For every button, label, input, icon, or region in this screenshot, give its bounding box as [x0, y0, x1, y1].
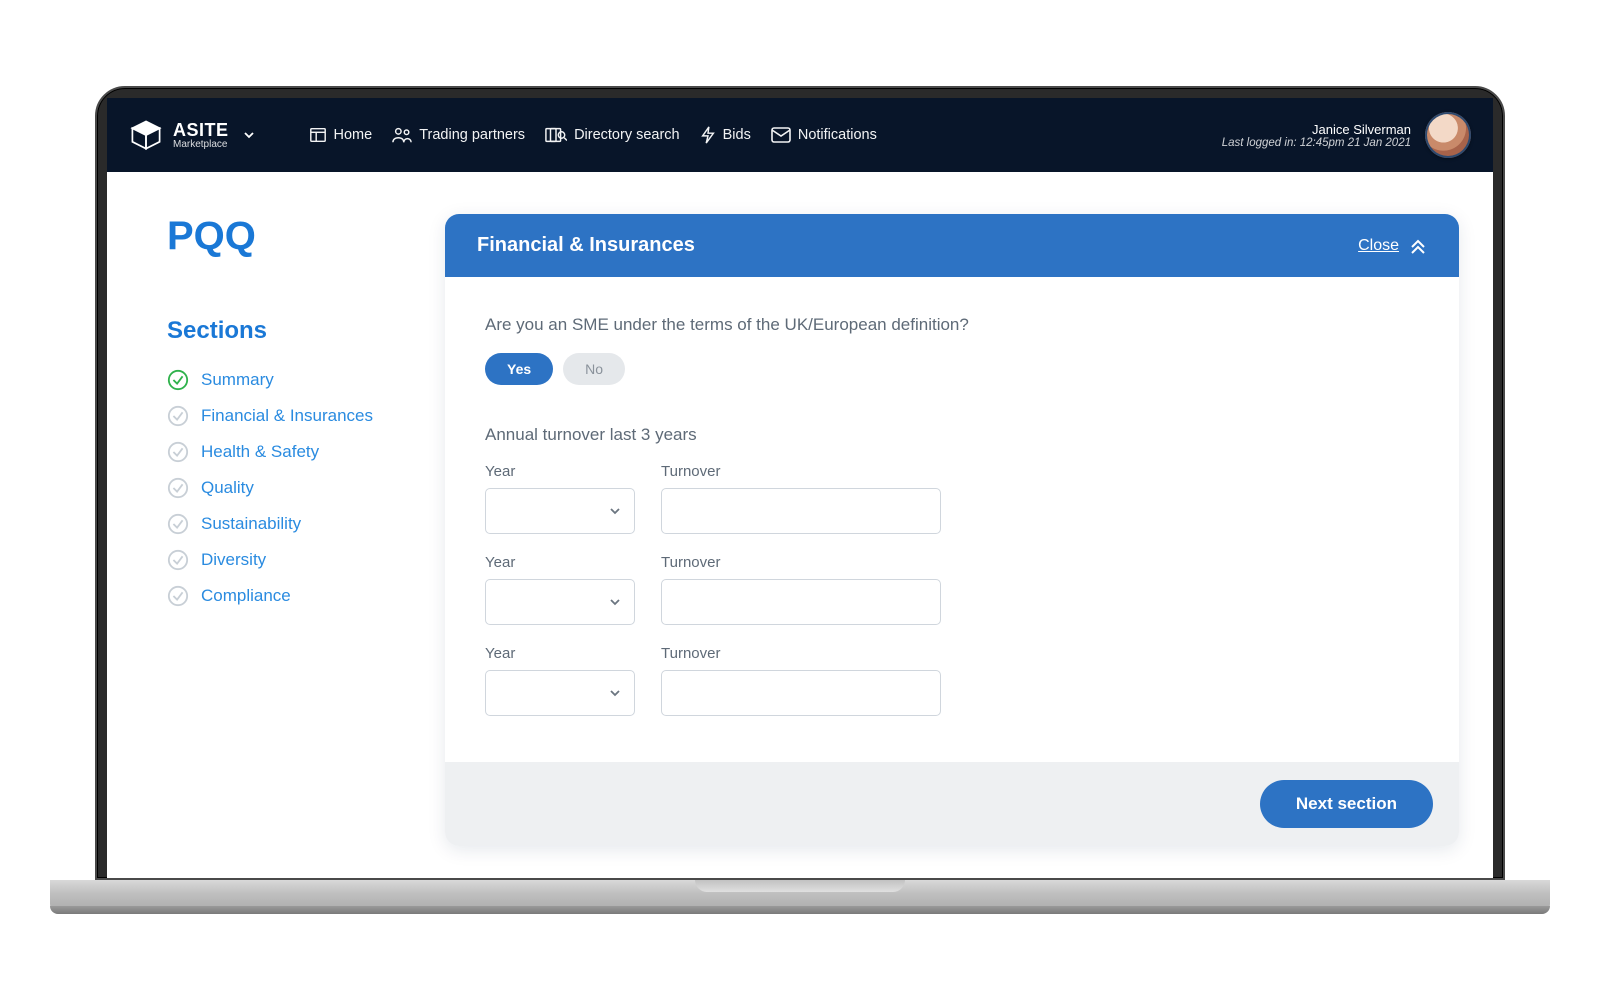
- chevron-double-up-icon: [1409, 237, 1427, 255]
- yes-no-group: Yes No: [485, 353, 1419, 385]
- home-icon: [309, 126, 327, 144]
- brand[interactable]: ASITE Marketplace: [129, 118, 255, 152]
- brand-logo-icon: [129, 118, 163, 152]
- check-circle-icon: [167, 585, 189, 607]
- yes-button[interactable]: Yes: [485, 353, 553, 385]
- next-section-button[interactable]: Next section: [1260, 780, 1433, 828]
- nav-notifications-label: Notifications: [798, 127, 877, 143]
- form-panel: Financial & Insurances Close Are you an …: [445, 214, 1459, 846]
- chevron-down-icon: [243, 129, 255, 141]
- sidebar-item-label: Financial & Insurances: [201, 406, 373, 426]
- sections-heading: Sections: [167, 317, 417, 345]
- turnover-input-3[interactable]: [661, 670, 941, 716]
- year-select-2[interactable]: [485, 579, 635, 625]
- check-circle-icon: [167, 513, 189, 535]
- panel-title: Financial & Insurances: [477, 234, 695, 257]
- directory-search-icon: [545, 126, 567, 144]
- avatar[interactable]: [1425, 112, 1471, 158]
- year-label: Year: [485, 463, 635, 480]
- sidebar-item-quality[interactable]: Quality: [167, 477, 417, 499]
- nav-home-label: Home: [334, 127, 373, 143]
- sidebar-item-sustainability[interactable]: Sustainability: [167, 513, 417, 535]
- panel-footer: Next section: [445, 762, 1459, 846]
- panel-header: Financial & Insurances Close: [445, 214, 1459, 277]
- sidebar-item-label: Summary: [201, 370, 274, 390]
- sme-question: Are you an SME under the terms of the UK…: [485, 315, 1419, 335]
- sidebar-item-financial[interactable]: Financial & Insurances: [167, 405, 417, 427]
- brand-sub: Marketplace: [173, 139, 229, 150]
- year-select-3[interactable]: [485, 670, 635, 716]
- nav-notifications[interactable]: Notifications: [771, 126, 877, 144]
- panel-close-button[interactable]: Close: [1358, 237, 1427, 255]
- turnover-label: Turnover: [661, 645, 941, 662]
- turnover-row-2: Year Turnover: [485, 554, 1419, 625]
- sidebar-item-label: Diversity: [201, 550, 266, 570]
- people-icon: [392, 126, 412, 144]
- nav-directory-search[interactable]: Directory search: [545, 126, 680, 144]
- chevron-down-icon: [608, 686, 622, 700]
- laptop-base: [50, 880, 1550, 914]
- turnover-input-1[interactable]: [661, 488, 941, 534]
- turnover-row-3: Year Turnover: [485, 645, 1419, 716]
- turnover-row-1: Year Turnover: [485, 463, 1419, 534]
- page-title: PQQ: [167, 214, 417, 259]
- user-name: Janice Silverman: [1222, 122, 1411, 137]
- chevron-down-icon: [608, 595, 622, 609]
- sidebar-item-label: Health & Safety: [201, 442, 319, 462]
- check-circle-icon: [167, 405, 189, 427]
- nav-bids-label: Bids: [723, 127, 751, 143]
- no-button[interactable]: No: [563, 353, 625, 385]
- nav-trading-label: Trading partners: [419, 127, 525, 143]
- sidebar-item-compliance[interactable]: Compliance: [167, 585, 417, 607]
- year-label: Year: [485, 645, 635, 662]
- check-circle-icon: [167, 477, 189, 499]
- app-body: PQQ Sections Summary Financial & Insuran…: [107, 172, 1493, 872]
- chevron-down-icon: [608, 504, 622, 518]
- nav-home[interactable]: Home: [309, 126, 373, 144]
- sidebar-item-summary[interactable]: Summary: [167, 369, 417, 391]
- section-list: Summary Financial & Insurances Health & …: [167, 369, 417, 607]
- sidebar-item-label: Quality: [201, 478, 254, 498]
- sidebar-item-label: Compliance: [201, 586, 291, 606]
- check-circle-icon: [167, 549, 189, 571]
- turnover-input-2[interactable]: [661, 579, 941, 625]
- sidebar: PQQ Sections Summary Financial & Insuran…: [167, 214, 417, 846]
- nav-trading-partners[interactable]: Trading partners: [392, 126, 525, 144]
- laptop-frame: ASITE Marketplace Home Trading partners: [95, 86, 1505, 914]
- sidebar-item-label: Sustainability: [201, 514, 301, 534]
- year-label: Year: [485, 554, 635, 571]
- check-circle-icon: [167, 369, 189, 391]
- bolt-icon: [700, 126, 716, 144]
- sidebar-item-health-safety[interactable]: Health & Safety: [167, 441, 417, 463]
- main-nav: Home Trading partners Directory search B…: [309, 126, 877, 144]
- sidebar-item-diversity[interactable]: Diversity: [167, 549, 417, 571]
- mail-icon: [771, 127, 791, 143]
- user-area: Janice Silverman Last logged in: 12:45pm…: [1222, 112, 1471, 158]
- app-header: ASITE Marketplace Home Trading partners: [107, 98, 1493, 172]
- laptop-screen-frame: ASITE Marketplace Home Trading partners: [95, 86, 1505, 880]
- app-window: ASITE Marketplace Home Trading partners: [107, 98, 1493, 878]
- turnover-label: Turnover: [661, 554, 941, 571]
- year-select-1[interactable]: [485, 488, 635, 534]
- turnover-label: Turnover: [661, 463, 941, 480]
- nav-bids[interactable]: Bids: [700, 126, 751, 144]
- turnover-heading: Annual turnover last 3 years: [485, 425, 1419, 445]
- panel-close-label: Close: [1358, 237, 1399, 255]
- check-circle-icon: [167, 441, 189, 463]
- user-meta: Janice Silverman Last logged in: 12:45pm…: [1222, 122, 1411, 149]
- brand-name: ASITE: [173, 121, 229, 139]
- nav-directory-label: Directory search: [574, 127, 680, 143]
- user-last-login: Last logged in: 12:45pm 21 Jan 2021: [1222, 137, 1411, 149]
- panel-content: Are you an SME under the terms of the UK…: [445, 277, 1459, 762]
